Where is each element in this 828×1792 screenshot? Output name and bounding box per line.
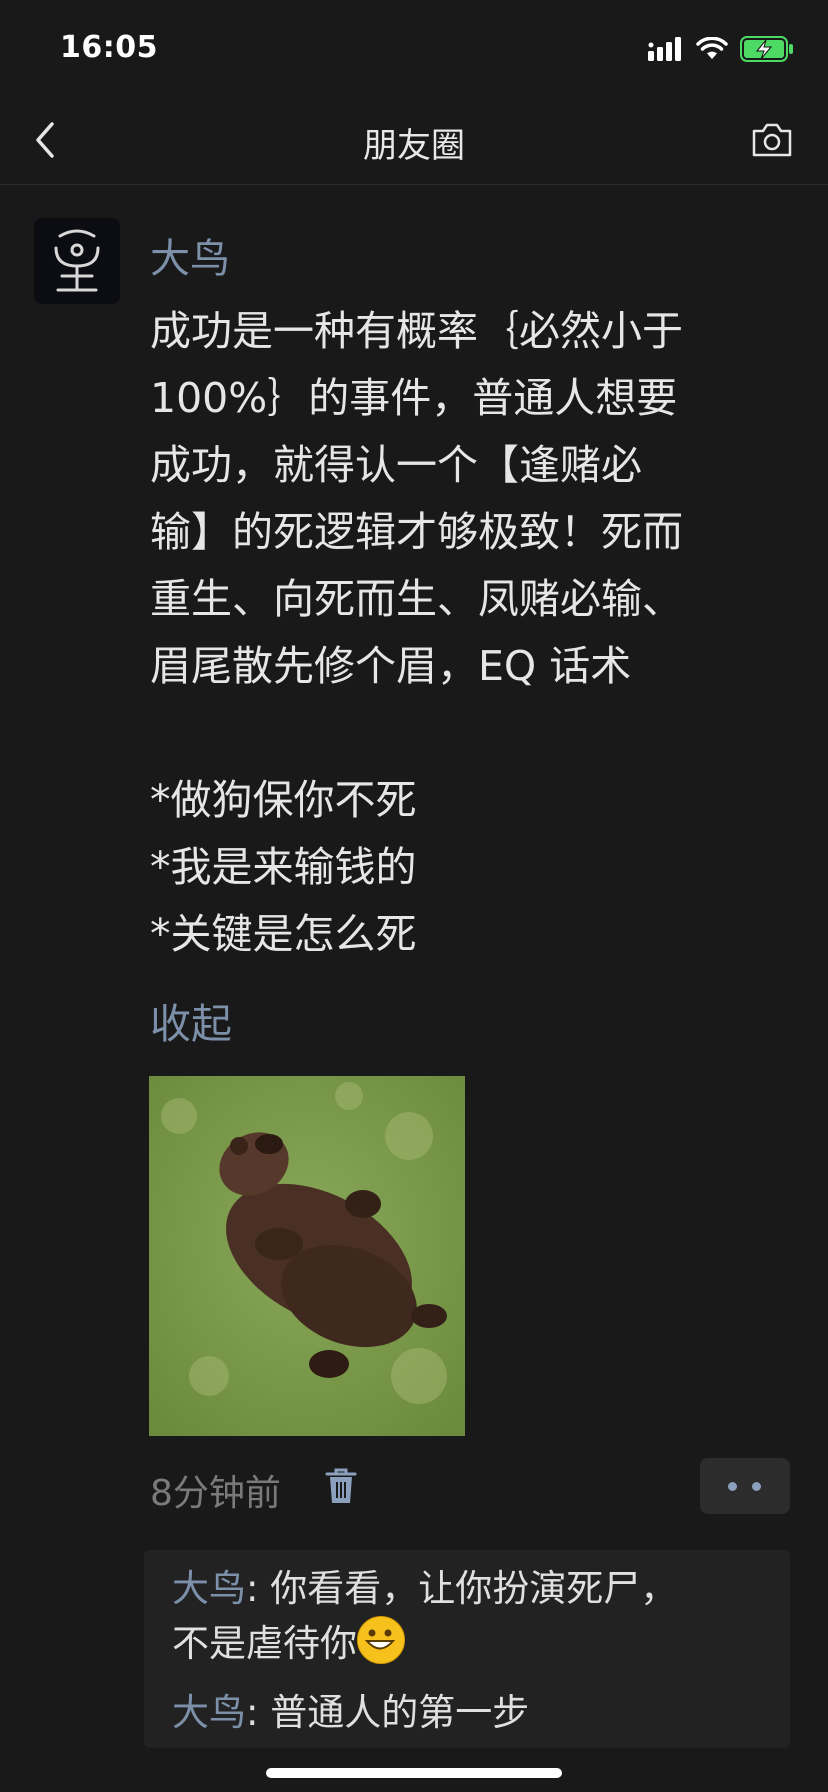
post-text: 成功是一种有概率｛必然小于 100%｝的事件，普通人想要 成功，就得认一个【逢赌…	[150, 307, 683, 958]
avatar-glyph-image	[34, 218, 120, 304]
collapse-link[interactable]: 收起	[150, 990, 232, 1050]
battery-charging-icon	[740, 36, 793, 62]
comment-author[interactable]: 大鸟	[172, 1567, 246, 1610]
comment-item[interactable]: 大鸟: 普通人的第一步	[172, 1686, 772, 1740]
status-time: 16:05	[60, 30, 158, 65]
post-timestamp: 8分钟前	[150, 1473, 281, 1514]
delete-button[interactable]	[324, 1466, 358, 1506]
trash-icon	[325, 1468, 357, 1503]
camera-icon	[752, 123, 792, 157]
camera-button[interactable]	[750, 122, 794, 158]
more-actions-button[interactable]	[700, 1458, 790, 1514]
comment-text: : 普通人的第一步	[246, 1691, 530, 1734]
grinning-emoji-icon	[357, 1616, 405, 1664]
status-icons	[648, 36, 794, 62]
status-bar: 16:05	[0, 0, 828, 98]
navigation-bar: 朋友圈	[0, 98, 828, 185]
comment-item[interactable]: 大鸟: 你看看，让你扮演死尸， 不是虐待你	[172, 1562, 772, 1671]
page-title: 朋友圈	[363, 126, 465, 166]
avatar[interactable]	[34, 218, 120, 304]
home-indicator	[266, 1768, 562, 1778]
signal-icon	[648, 37, 681, 61]
more-dot-icon	[752, 1482, 761, 1491]
comment-text: : 你看看，让你扮演死尸， 不是虐待你	[172, 1567, 678, 1665]
post-author-name[interactable]: 大鸟	[150, 226, 230, 284]
comments-panel: 大鸟: 你看看，让你扮演死尸， 不是虐待你 大鸟: 普通人的第一步	[144, 1550, 790, 1748]
comment-author[interactable]: 大鸟	[172, 1691, 246, 1734]
wifi-icon	[696, 37, 728, 59]
bear-photo-image	[149, 1076, 465, 1436]
more-dot-icon	[728, 1482, 737, 1491]
post-photo[interactable]	[149, 1076, 465, 1436]
